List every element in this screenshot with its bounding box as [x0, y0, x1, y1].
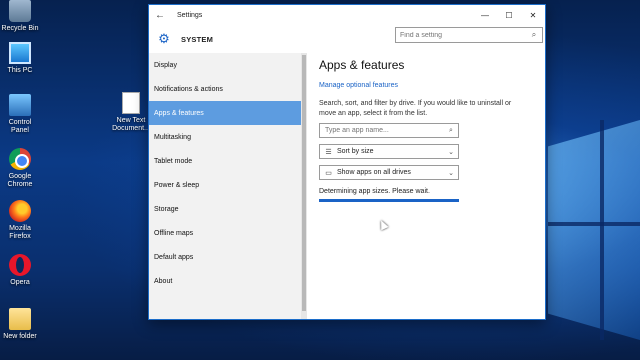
apps-features-panel: Apps & features Manage optional features…: [319, 53, 539, 202]
chevron-down-icon: ⌄: [448, 169, 454, 177]
title-bar: ← Settings — ☐ ✕: [149, 5, 545, 25]
wallpaper-divider: [548, 222, 640, 226]
desktop-icon-recycle-bin[interactable]: Recycle Bin: [0, 0, 44, 33]
sidebar-item-display[interactable]: Display: [149, 53, 301, 77]
minimize-button[interactable]: —: [473, 5, 497, 25]
app-search-box[interactable]: ⌕: [319, 123, 459, 138]
close-button[interactable]: ✕: [521, 5, 545, 25]
progress-fill: [319, 199, 459, 202]
sidebar-item-offline-maps[interactable]: Offline maps: [149, 221, 301, 245]
desktop-icon-label: This PC: [7, 67, 33, 74]
sort-dropdown[interactable]: ☰ Sort by size ⌄: [319, 144, 459, 159]
find-setting-input[interactable]: [396, 28, 526, 42]
progress-bar: [319, 199, 459, 202]
gear-icon: ⚙: [158, 31, 170, 46]
sidebar-item-tablet-mode[interactable]: Tablet mode: [149, 149, 301, 173]
desktop-icon-this-pc[interactable]: This PC: [0, 42, 44, 75]
desktop-icon-firefox[interactable]: Mozilla Firefox: [0, 200, 44, 241]
settings-header: ⚙ SYSTEM ⌕: [149, 25, 545, 53]
back-button[interactable]: ←: [149, 5, 171, 25]
drive-filter-dropdown[interactable]: ▭ Show apps on all drives ⌄: [319, 165, 459, 180]
desktop-icon-new-folder[interactable]: New folder: [0, 308, 44, 341]
control-panel-icon: [9, 94, 31, 116]
this-pc-icon: [9, 42, 31, 64]
desktop-icon-label: New Text Document...: [112, 117, 150, 132]
sidebar-scrollbar[interactable]: [301, 53, 307, 319]
find-setting-search[interactable]: ⌕: [395, 27, 543, 43]
app-search-input[interactable]: [320, 124, 444, 137]
text-document-icon: [122, 92, 140, 114]
desktop-icon-label: Opera: [10, 279, 30, 286]
maximize-button[interactable]: ☐: [497, 5, 521, 25]
search-icon[interactable]: ⌕: [444, 127, 458, 135]
scrollbar-thumb[interactable]: [302, 55, 306, 311]
opera-icon: [9, 254, 31, 276]
desktop-icon-label: New folder: [3, 333, 37, 340]
drive-icon: ▭: [325, 169, 332, 177]
status-text: Determining app sizes. Please wait.: [319, 188, 430, 195]
window-title: Settings: [177, 11, 203, 19]
sidebar-item-default-apps[interactable]: Default apps: [149, 245, 301, 269]
section-title: SYSTEM: [181, 34, 214, 44]
windows-logo-wallpaper: [548, 120, 640, 340]
settings-window: ← Settings — ☐ ✕ ⚙ SYSTEM ⌕ Display Noti…: [148, 4, 546, 320]
sidebar: Display Notifications & actions Apps & f…: [149, 53, 301, 319]
desktop-icon-control-panel[interactable]: Control Panel: [0, 94, 44, 135]
sidebar-item-power-sleep[interactable]: Power & sleep: [149, 173, 301, 197]
folder-icon: [9, 308, 31, 330]
sidebar-item-multitasking[interactable]: Multitasking: [149, 125, 301, 149]
sort-icon: ☰: [325, 148, 332, 156]
desktop-icon-label: Google Chrome: [7, 173, 33, 188]
manage-optional-features-link[interactable]: Manage optional features: [319, 82, 539, 89]
chevron-down-icon: ⌄: [448, 148, 454, 156]
desktop-icon-chrome[interactable]: Google Chrome: [0, 148, 44, 189]
desktop-icon-label: Recycle Bin: [1, 25, 39, 32]
desktop-icon-label: Mozilla Firefox: [9, 225, 31, 240]
wallpaper-divider-vertical: [600, 120, 604, 340]
firefox-icon: [9, 200, 31, 222]
sidebar-item-storage[interactable]: Storage: [149, 197, 301, 221]
search-icon[interactable]: ⌕: [526, 30, 542, 40]
sidebar-item-notifications[interactable]: Notifications & actions: [149, 77, 301, 101]
sidebar-item-apps-features[interactable]: Apps & features: [149, 101, 301, 125]
description-text: Search, sort, and filter by drive. If yo…: [319, 100, 512, 117]
desktop-icon-opera[interactable]: Opera: [0, 254, 44, 287]
page-title: Apps & features: [319, 58, 405, 72]
sidebar-item-about[interactable]: About: [149, 269, 301, 293]
desktop-icon-label: Control Panel: [8, 119, 32, 134]
chrome-icon: [9, 148, 31, 170]
back-arrow-icon: ←: [155, 9, 165, 21]
drive-filter-label: Show apps on all drives: [337, 169, 411, 176]
recycle-bin-icon: [9, 0, 31, 22]
sort-label: Sort by size: [337, 148, 374, 155]
